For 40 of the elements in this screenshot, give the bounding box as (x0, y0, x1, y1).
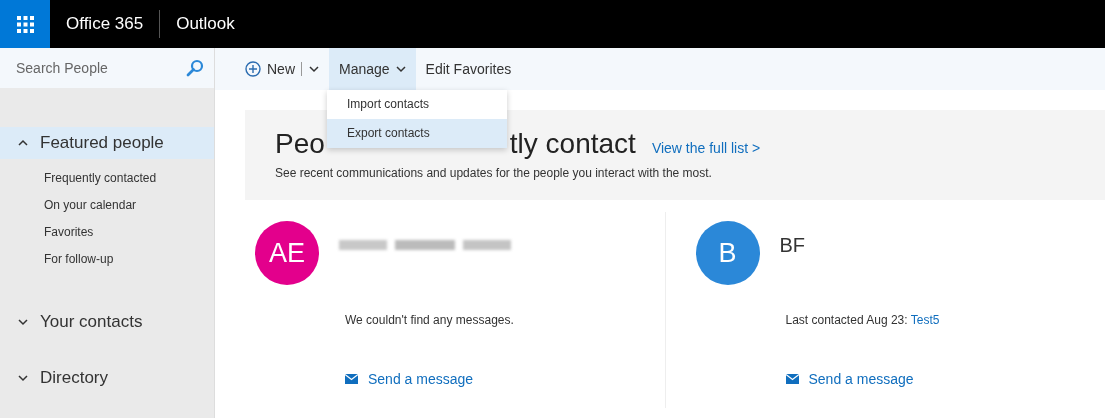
plus-circle-icon (245, 61, 261, 77)
contact-status: Last contacted Aug 23: Test5 (785, 313, 941, 327)
chevron-down-icon (18, 374, 28, 383)
sidebar-section[interactable]: Directory (0, 362, 214, 394)
contact-status: We couldn't find any messages. (345, 313, 515, 327)
envelope-icon (785, 374, 799, 384)
envelope-icon (345, 374, 358, 384)
avatar[interactable]: B (695, 221, 760, 285)
contact-name[interactable]: BF (779, 233, 806, 257)
message-link[interactable]: Test5 (910, 313, 940, 327)
heading: Peo (275, 128, 325, 160)
heading: tly contact (509, 128, 636, 160)
chevron-down-icon (18, 318, 28, 327)
sidebar-item[interactable]: On your calendar (44, 191, 214, 219)
toolbar-button[interactable]: New (235, 48, 329, 90)
chevron-up-icon (18, 138, 28, 147)
toolbar-button[interactable]: Manage (329, 48, 416, 90)
toolbar-button[interactable]: Edit Favorites (415, 48, 522, 90)
app-launcher-button[interactable] (0, 0, 50, 48)
app-title[interactable]: Outlook (160, 14, 251, 34)
search-placeholder: Search People (16, 60, 108, 77)
menu-item[interactable]: Export contacts (327, 119, 507, 148)
sidebar-item[interactable]: Favorites (44, 218, 214, 246)
menu-item[interactable]: Import contacts (327, 90, 507, 119)
sidebar-section[interactable]: Your contacts (0, 306, 214, 339)
send-message-link[interactable]: Send a message (785, 371, 1105, 387)
avatar[interactable]: AE (255, 221, 319, 285)
banner-subtitle: See recent communications and updates for the people you interact with the most. (275, 166, 713, 180)
sidebar-item[interactable]: Frequently contacted (44, 164, 214, 192)
caret-icon (395, 65, 406, 73)
search-field[interactable]: Search People (0, 48, 214, 89)
divider-icon (301, 62, 303, 76)
send-message-link[interactable]: Send a message (345, 371, 665, 387)
sidebar-section[interactable]: Featured people (0, 126, 214, 159)
search-icon[interactable] (186, 59, 204, 78)
waffle-icon (16, 15, 34, 33)
view-list-link[interactable]: View the full list > (651, 140, 761, 156)
sidebar-item[interactable]: For follow-up (44, 245, 214, 273)
suite-title[interactable]: Office 365 (50, 14, 160, 34)
caret-icon (309, 65, 319, 73)
